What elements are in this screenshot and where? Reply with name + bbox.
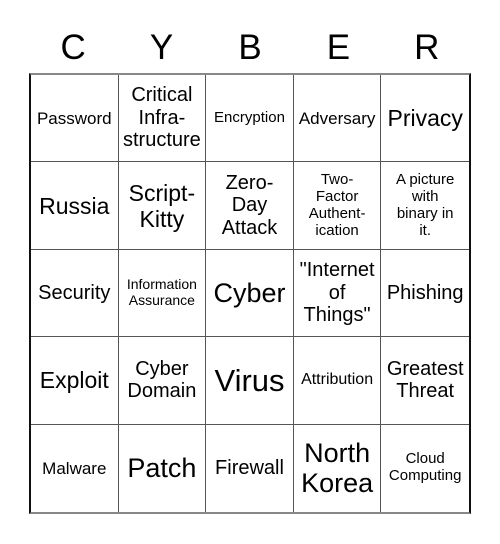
cell-label: Firewall: [215, 457, 284, 479]
bingo-cell[interactable]: Information Assurance: [118, 249, 207, 338]
cell-label: Security: [38, 281, 111, 304]
cell-label: Information Assurance: [126, 276, 197, 308]
cell-label: Encryption: [214, 108, 285, 126]
cell-label: North Korea: [301, 437, 374, 499]
cell-label: Patch: [127, 453, 197, 484]
cell-label: Phishing: [386, 281, 464, 304]
cell-label: Virus: [214, 362, 285, 398]
cell-label: Adversary: [298, 108, 376, 128]
bingo-cell[interactable]: Cloud Computing: [381, 425, 469, 512]
cell-label: Attribution: [301, 371, 374, 389]
bingo-header: C Y B E R: [29, 24, 471, 72]
bingo-cell[interactable]: Script- Kitty: [118, 162, 207, 250]
bingo-grid: Password Critical Infra- structure Encry…: [29, 73, 471, 514]
bingo-cell[interactable]: Exploit: [31, 337, 119, 425]
bingo-cell[interactable]: Greatest Threat: [381, 337, 469, 425]
bingo-cell[interactable]: Malware: [31, 424, 119, 512]
bingo-cell[interactable]: Critical Infra- structure: [118, 75, 207, 163]
header-letter-r: R: [414, 28, 440, 67]
cell-label: Password: [36, 108, 112, 128]
bingo-cell[interactable]: Two- Factor Authent- ication: [293, 162, 382, 250]
cell-label: "Internet of Things": [299, 259, 375, 327]
cell-label: Exploit: [39, 367, 109, 394]
cell-label: Malware: [42, 458, 107, 478]
cell-label: Greatest Threat: [386, 357, 464, 403]
bingo-cell[interactable]: Password: [31, 75, 119, 163]
cell-label: Two- Factor Authent- ication: [308, 170, 366, 239]
bingo-cell[interactable]: Cyber Domain: [118, 337, 207, 425]
cell-label: Russia: [39, 192, 110, 219]
cell-label: Cyber Domain: [127, 357, 197, 403]
header-letter-y: Y: [149, 28, 174, 67]
bingo-cell[interactable]: Virus: [206, 337, 294, 425]
bingo-cell[interactable]: Patch: [119, 424, 207, 512]
bingo-cell[interactable]: Privacy: [381, 75, 469, 163]
cell-label: Script- Kitty: [128, 179, 196, 232]
bingo-cell[interactable]: Firewall: [206, 424, 294, 512]
bingo-cell[interactable]: North Korea: [294, 424, 382, 512]
cell-label: Critical Infra- structure: [122, 84, 201, 152]
bingo-cell[interactable]: Adversary: [293, 75, 382, 163]
header-letter-b: B: [238, 28, 262, 67]
bingo-cell[interactable]: Zero- Day Attack: [206, 162, 294, 250]
bingo-cell[interactable]: "Internet of Things": [293, 249, 382, 338]
bingo-cell[interactable]: Phishing: [381, 250, 469, 338]
header-letter-c: C: [60, 28, 86, 67]
cell-label: Cyber: [213, 277, 286, 308]
header-letter-e: E: [326, 28, 351, 67]
cell-label: Privacy: [387, 105, 463, 132]
cell-label: Cloud Computing: [388, 450, 462, 485]
bingo-cell[interactable]: A picture with binary in it.: [381, 162, 469, 250]
bingo-cell[interactable]: Security: [31, 249, 119, 338]
bingo-cell[interactable]: Encryption: [206, 75, 294, 163]
cell-label: A picture with binary in it.: [396, 170, 455, 239]
bingo-cell[interactable]: Attribution: [293, 337, 382, 425]
cell-label: Zero- Day Attack: [221, 171, 278, 239]
bingo-cell[interactable]: Russia: [31, 162, 119, 250]
bingo-cell[interactable]: Cyber: [206, 249, 294, 338]
